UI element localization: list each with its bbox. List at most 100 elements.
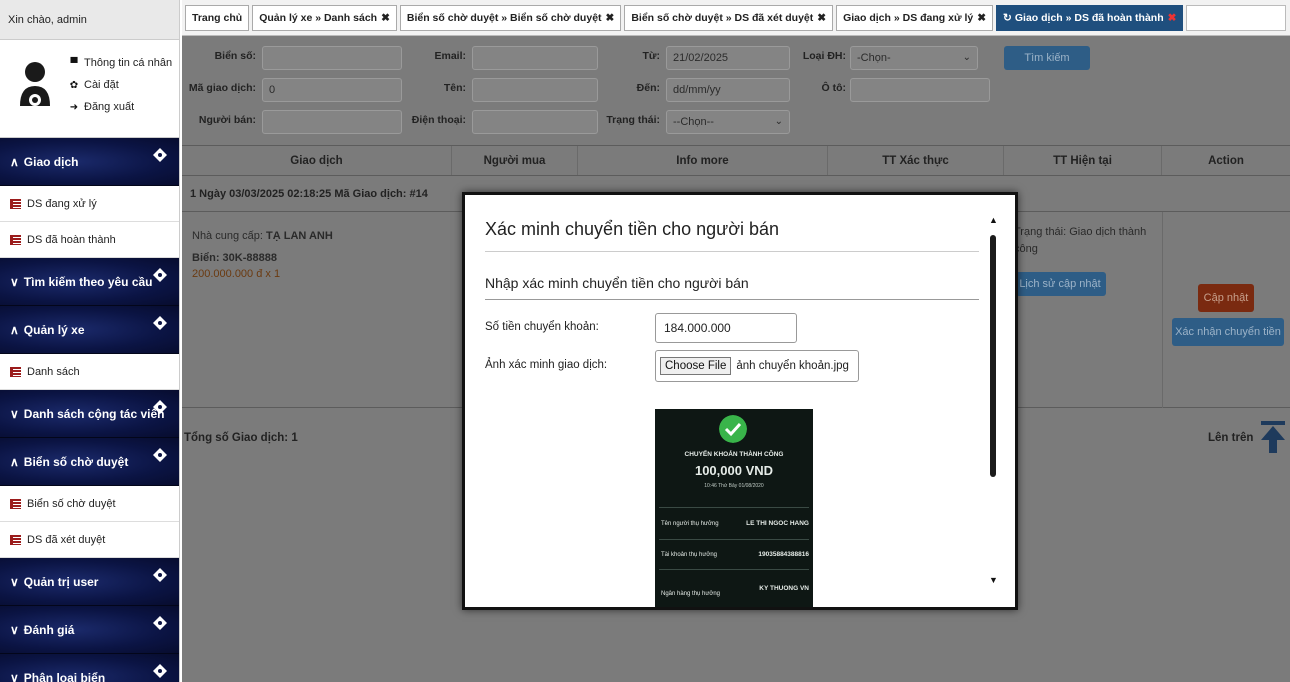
tab-label: Biển số chờ duyệt » Biển số chờ duyệt (406, 12, 602, 24)
tab-quan-ly-xe-danh-sach[interactable]: Quản lý xe » Danh sách ✖ (252, 5, 397, 31)
select-value: --Chọn-- (673, 116, 714, 128)
loai-dh-select[interactable]: -Chọn- ⌄ (850, 46, 978, 70)
confirm-transfer-button[interactable]: Xác nhận chuyển tiền (1172, 318, 1284, 346)
email-label: Email: (434, 50, 466, 62)
comment-icon: ▀ (70, 57, 78, 69)
nav-section-giao-dich[interactable]: ∧ Giao dịch (0, 138, 179, 186)
email-input[interactable] (472, 46, 598, 70)
search-button[interactable]: Tìm kiếm (1004, 46, 1090, 70)
chevron-down-icon: ∨ (10, 574, 19, 589)
nav-section-tim-kiem[interactable]: ∨ Tìm kiếm theo yêu cầu (0, 258, 179, 306)
receipt-row-value: KY THUONG VN (759, 585, 809, 592)
history-button[interactable]: Lịch sử cập nhật (1014, 272, 1106, 296)
profile-panel: ▀ Thông tin cá nhân ✿ Cài đặt ➜ Đăng xuấ… (0, 40, 179, 138)
price: 200.000.000 đ x 1 (192, 268, 281, 280)
total-count: Tổng số Giao dịch: 1 (184, 432, 298, 444)
logout-link[interactable]: ➜ Đăng xuất (68, 96, 172, 118)
dien-thoai-input[interactable] (472, 110, 598, 134)
oto-input[interactable] (850, 78, 990, 102)
nav-item-label: Biển số chờ duyệt (27, 497, 116, 510)
chevron-down-icon: ∨ (10, 622, 19, 637)
scrollbar-thumb[interactable] (990, 235, 996, 477)
modal-scrollbar[interactable]: ▲ ▼ (987, 215, 999, 595)
ten-input[interactable] (472, 78, 598, 102)
nav-section-cong-tac-vien[interactable]: ∨ Danh sách cộng tác viên (0, 390, 179, 438)
nav-item-bien-so-cho-duyet[interactable]: Biển số chờ duyệt (0, 486, 179, 522)
col-info-more: Info more (578, 146, 828, 175)
den-date-input[interactable]: dd/mm/yy (666, 78, 790, 102)
amount-input[interactable]: 184.000.000 (655, 313, 797, 343)
nav-section-phan-loai-bien[interactable]: ∨ Phân loại biển (0, 654, 179, 682)
move-icon (153, 568, 167, 582)
col-nguoi-mua: Người mua (452, 146, 578, 175)
refresh-icon[interactable]: ↻ (1003, 12, 1012, 24)
chevron-down-icon: ⌄ (962, 52, 971, 63)
nav-section-danh-gia[interactable]: ∨ Đánh giá (0, 606, 179, 654)
nguoi-ban-label: Người bán: (198, 114, 256, 126)
tab-bar-empty (1186, 5, 1286, 31)
receipt-row-value: 19035884388816 (758, 551, 809, 558)
col-giao-dich: Giao dịch (182, 146, 452, 175)
profile-info-link[interactable]: ▀ Thông tin cá nhân (68, 52, 172, 74)
profile-info-label: Thông tin cá nhân (84, 57, 173, 69)
col-tt-xac-thuc: TT Xác thực (828, 146, 1004, 175)
status-text: Trạng thái: Giao dịch thành công (1014, 226, 1147, 255)
tab-label: Quản lý xe » Danh sách (259, 12, 378, 24)
nav-section-label: Quản trị user (23, 574, 99, 589)
back-to-top-link[interactable]: Lên trên (1208, 432, 1253, 444)
bien-so-label: Biển số: (214, 50, 256, 62)
nav-section-quan-tri-user[interactable]: ∨ Quản trị user (0, 558, 179, 606)
settings-link[interactable]: ✿ Cài đặt (68, 74, 172, 96)
file-name: ảnh chuyển khoản.jpg (736, 360, 849, 372)
bien-so-input[interactable] (262, 46, 402, 70)
tab-ds-da-hoan-thanh[interactable]: ↻ Giao dịch » DS đã hoàn thành ✖ (996, 5, 1184, 31)
receipt-row-label: Tên người thụ hưởng (661, 521, 719, 527)
tab-ds-da-xet-duyet[interactable]: Biển số chờ duyệt » DS đã xét duyệt ✖ (624, 5, 834, 31)
nav-section-quan-ly-xe[interactable]: ∧ Quản lý xe (0, 306, 179, 354)
close-icon[interactable]: ✖ (1168, 12, 1177, 24)
nguoi-ban-input[interactable] (262, 110, 402, 134)
logout-icon: ➜ (69, 101, 79, 113)
update-button[interactable]: Cập nhật (1198, 284, 1254, 312)
nav-item-ds-da-xet-duyet[interactable]: DS đã xét duyệt (0, 522, 179, 558)
ten-label: Tên: (443, 82, 466, 94)
chevron-down-icon: ∨ (10, 670, 19, 682)
file-input[interactable]: Choose File ảnh chuyển khoản.jpg (655, 350, 859, 382)
ma-giao-dich-input[interactable]: 0 (262, 78, 402, 102)
tab-bien-so-cho-duyet[interactable]: Biển số chờ duyệt » Biển số chờ duyệt ✖ (399, 5, 622, 31)
chevron-down-icon: ∨ (10, 406, 19, 421)
scroll-up-arrow-icon[interactable]: ▲ (989, 215, 998, 225)
close-icon[interactable]: ✖ (606, 12, 615, 24)
tu-date-input[interactable]: 21/02/2025 (666, 46, 790, 70)
col-tt-hien-tai: TT Hiện tại (1004, 146, 1162, 175)
nav-section-label: Danh sách cộng tác viên (23, 406, 165, 421)
scroll-down-arrow-icon[interactable]: ▼ (989, 575, 998, 585)
select-value: -Chọn- (857, 52, 891, 64)
divider (485, 299, 979, 300)
den-label: Đến: (636, 82, 660, 94)
choose-file-button[interactable]: Choose File (660, 357, 732, 375)
tab-trang-chu[interactable]: Trang chủ (185, 5, 250, 31)
oto-label: Ô tô: (821, 82, 847, 94)
check-circle-icon (719, 415, 747, 443)
amount-label: Số tiền chuyển khoản: (485, 321, 599, 333)
nav-section-bien-so-cho-duyet[interactable]: ∧ Biển số chờ duyệt (0, 438, 179, 486)
tab-ds-dang-xu-ly[interactable]: Giao dịch » DS đang xử lý ✖ (836, 5, 994, 31)
nav-item-ds-da-hoan-thanh[interactable]: DS đã hoàn thành (0, 222, 179, 258)
nav-item-ds-dang-xu-ly[interactable]: DS đang xử lý (0, 186, 179, 222)
verify-transfer-modal: Xác minh chuyển tiền cho người bán Nhập … (462, 192, 1018, 610)
arrow-up-icon[interactable] (1260, 420, 1286, 454)
close-icon[interactable]: ✖ (817, 12, 826, 24)
close-icon[interactable]: ✖ (977, 12, 986, 24)
tab-label: Trang chủ (192, 12, 243, 24)
user-avatar-icon (20, 62, 50, 106)
close-icon[interactable]: ✖ (381, 12, 390, 24)
provider: Nhà cung cấp: TẠ LAN ANH (192, 230, 333, 242)
trang-thai-select[interactable]: --Chọn-- ⌄ (666, 110, 790, 134)
nav-item-label: DS đang xử lý (27, 197, 97, 210)
nav-item-danh-sach[interactable]: Danh sách (0, 354, 179, 390)
ma-giao-dich-label: Mã giao dịch: (188, 82, 256, 94)
move-icon (153, 316, 167, 330)
list-icon (10, 198, 21, 209)
list-icon (10, 498, 21, 509)
